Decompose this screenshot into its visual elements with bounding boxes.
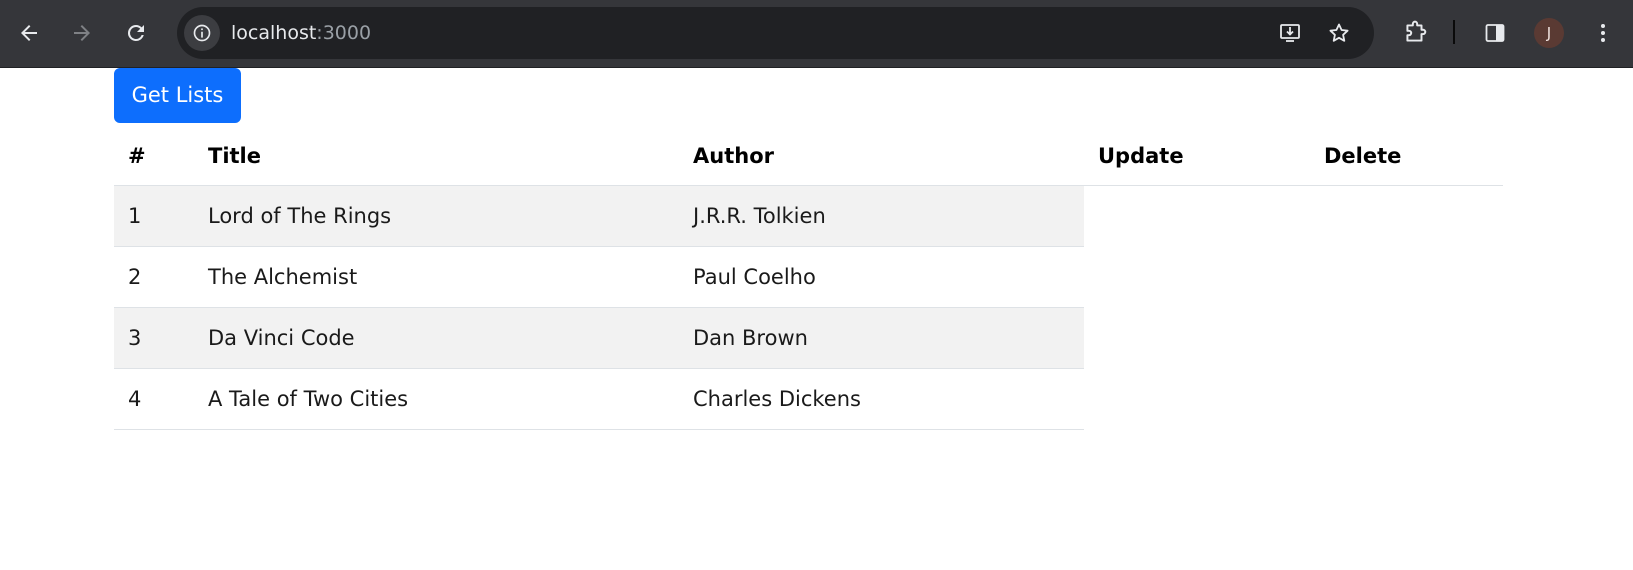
row-title: The Alchemist: [194, 246, 679, 308]
browser-menu-button[interactable]: [1588, 18, 1618, 48]
header-delete: Delete: [1310, 127, 1503, 186]
profile-avatar[interactable]: J: [1534, 18, 1564, 48]
row-title: A Tale of Two Cities: [194, 368, 679, 430]
header-title: Title: [194, 127, 679, 186]
row-update-cell: [1084, 368, 1310, 429]
row-update-cell: [1084, 246, 1310, 307]
row-number: 2: [114, 246, 194, 308]
row-update-cell: [1084, 307, 1310, 368]
extensions-button[interactable]: [1399, 17, 1431, 49]
row-number: 4: [114, 368, 194, 430]
get-lists-button[interactable]: Get Lists: [114, 68, 241, 123]
row-delete-cell: [1310, 307, 1503, 368]
table-row: 2 The Alchemist Paul Coelho: [114, 246, 1503, 308]
row-update-cell: [1084, 185, 1310, 246]
toolbar-divider: [1453, 20, 1455, 44]
header-number: #: [114, 127, 194, 186]
puzzle-icon: [1406, 20, 1427, 42]
row-author: J.R.R. Tolkien: [679, 185, 1084, 247]
reload-button[interactable]: [117, 14, 155, 52]
table-header-row: # Title Author Update Delete: [114, 127, 1503, 186]
row-delete-cell: [1310, 185, 1503, 246]
header-author: Author: [679, 127, 1084, 186]
row-delete-cell: [1310, 246, 1503, 307]
row-title: Lord of The Rings: [194, 185, 679, 247]
back-button[interactable]: [10, 14, 48, 52]
reload-icon: [127, 24, 144, 41]
header-update: Update: [1084, 127, 1310, 186]
row-author: Dan Brown: [679, 307, 1084, 369]
row-title: Da Vinci Code: [194, 307, 679, 369]
url-text[interactable]: localhost:3000: [231, 21, 371, 45]
side-panel-icon: [1485, 24, 1505, 42]
row-author: Paul Coelho: [679, 246, 1084, 308]
table-row: 4 A Tale of Two Cities Charles Dickens: [114, 368, 1503, 430]
kebab-menu-icon: [1601, 24, 1605, 42]
row-number: 3: [114, 307, 194, 369]
row-number: 1: [114, 185, 194, 247]
arrow-right-icon: [74, 25, 90, 41]
url-host: localhost: [231, 22, 317, 44]
row-author: Charles Dickens: [679, 368, 1084, 430]
info-icon: [193, 24, 211, 42]
install-icon: [1280, 24, 1300, 42]
table-row: 3 Da Vinci Code Dan Brown: [114, 307, 1503, 369]
install-app-button[interactable]: [1276, 19, 1304, 47]
side-panel-button[interactable]: [1480, 18, 1510, 48]
star-icon: [1329, 23, 1349, 42]
books-table: # Title Author Update Delete 1 Lord of T…: [114, 127, 1503, 430]
bookmark-button[interactable]: [1325, 19, 1353, 47]
forward-button[interactable]: [63, 14, 101, 52]
row-delete-cell: [1310, 368, 1503, 429]
site-info-button[interactable]: [184, 15, 220, 51]
arrow-left-icon: [21, 25, 37, 41]
url-port: :3000: [316, 22, 372, 44]
browser-toolbar: localhost:3000 J: [0, 0, 1633, 68]
address-bar[interactable]: localhost:3000: [177, 7, 1374, 59]
table-row: 1 Lord of The Rings J.R.R. Tolkien: [114, 185, 1503, 247]
